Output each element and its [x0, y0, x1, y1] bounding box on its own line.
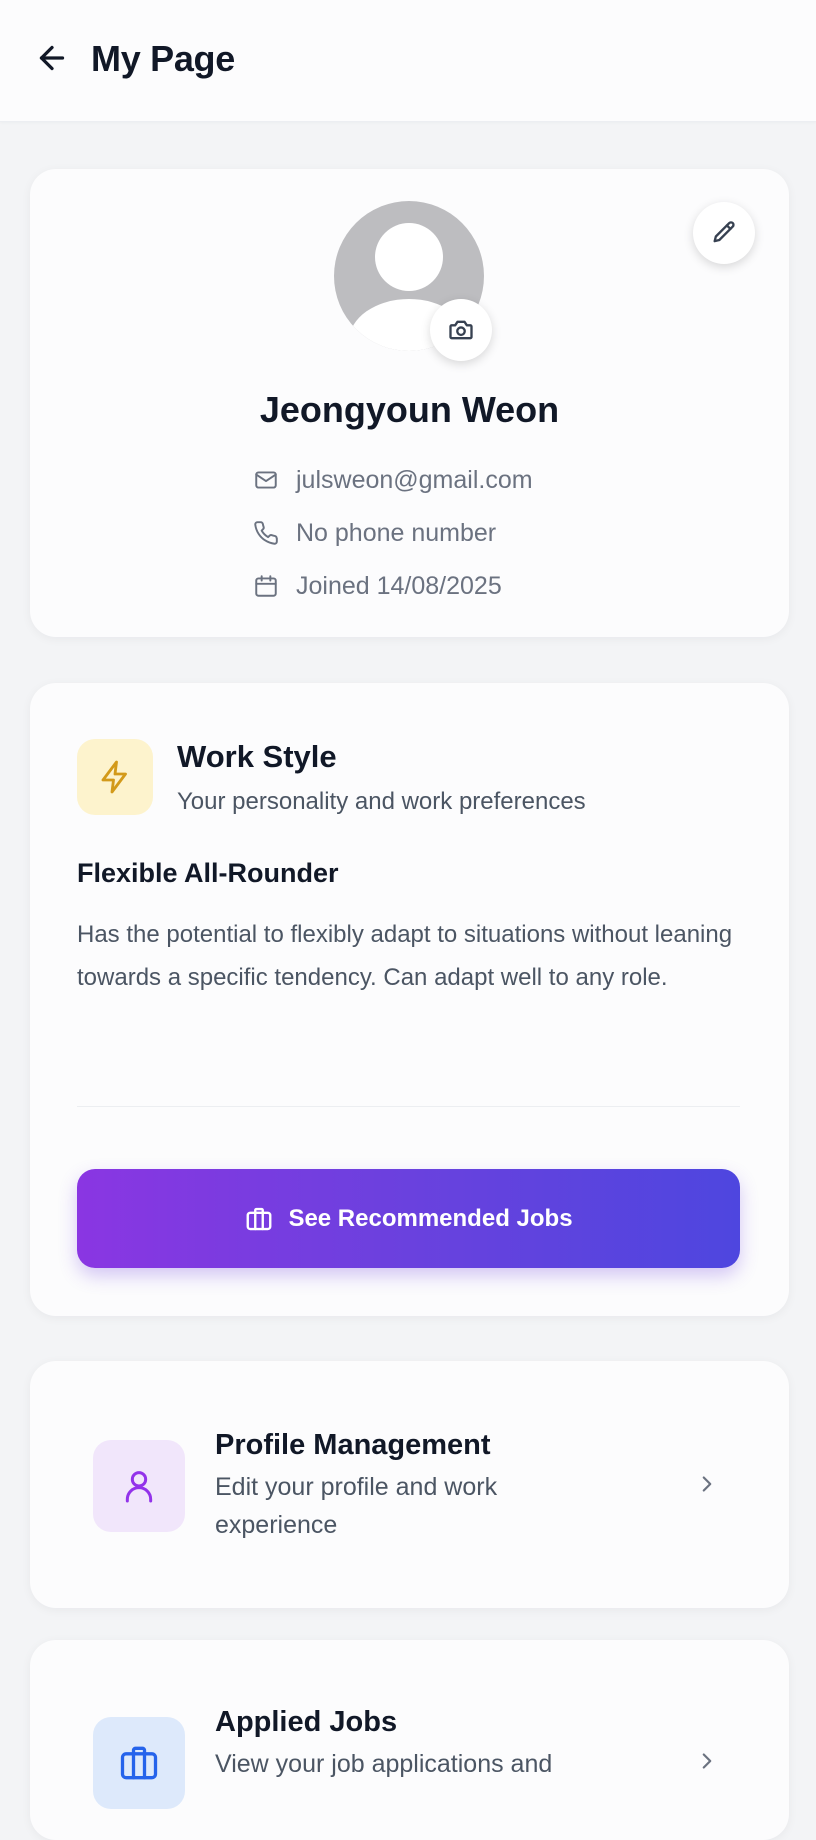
- briefcase-icon: [120, 1746, 158, 1780]
- top-app-bar: My Page: [0, 0, 816, 122]
- phone-icon: [252, 519, 280, 547]
- mail-icon: [252, 466, 280, 494]
- applied-jobs-description: View your job applications and: [215, 1750, 553, 1778]
- phone-text: No phone number: [296, 518, 497, 547]
- pencil-icon: [713, 221, 735, 243]
- change-photo-button[interactable]: [430, 299, 492, 361]
- page-title: My Page: [91, 38, 235, 79]
- profile-management-description: Edit your profile and work experience: [215, 1473, 498, 1539]
- phone-row: No phone number: [252, 515, 496, 551]
- work-style-title: Work Style: [177, 739, 337, 774]
- user-name: Jeongyoun Weon: [259, 389, 560, 430]
- joined-row: Joined 14/08/2025: [252, 568, 502, 604]
- email-row: julsweon@gmail.com: [252, 462, 533, 498]
- work-style-card: Work Style Your personality and work pre…: [30, 683, 789, 1316]
- see-recommended-jobs-button[interactable]: See Recommended Jobs: [77, 1169, 740, 1268]
- back-button[interactable]: [32, 38, 72, 78]
- email-text: julsweon@gmail.com: [296, 465, 533, 494]
- profile-card: Jeongyoun Weon julsweon@gmail.com No pho…: [30, 169, 789, 637]
- applied-jobs-title: Applied Jobs: [215, 1706, 398, 1738]
- work-style-icon-box: [77, 739, 153, 815]
- chevron-right-icon: [692, 1469, 722, 1499]
- lightning-icon: [101, 760, 127, 794]
- camera-icon: [449, 320, 473, 340]
- edit-profile-button[interactable]: [693, 202, 755, 264]
- menu-item-profile-management[interactable]: Profile Management Edit your profile and…: [30, 1361, 789, 1608]
- work-style-type: Flexible All-Rounder: [77, 858, 339, 888]
- see-recommended-jobs-label: See Recommended Jobs: [288, 1204, 573, 1232]
- user-icon: [125, 1471, 153, 1503]
- joined-text: Joined 14/08/2025: [296, 571, 502, 600]
- applied-jobs-icon-box: [93, 1717, 185, 1809]
- menu-item-applied-jobs[interactable]: Applied Jobs View your job applications …: [30, 1640, 789, 1840]
- work-style-description: Has the potential to flexibly adapt to s…: [77, 921, 733, 991]
- chevron-right-icon: [692, 1746, 722, 1776]
- briefcase-icon: [247, 1207, 272, 1230]
- calendar-icon: [252, 572, 280, 600]
- profile-management-title: Profile Management: [215, 1429, 491, 1461]
- work-style-subtitle: Your personality and work preferences: [177, 788, 586, 815]
- divider: [77, 1106, 740, 1107]
- arrow-left-icon: [39, 45, 65, 71]
- profile-management-icon-box: [93, 1440, 185, 1532]
